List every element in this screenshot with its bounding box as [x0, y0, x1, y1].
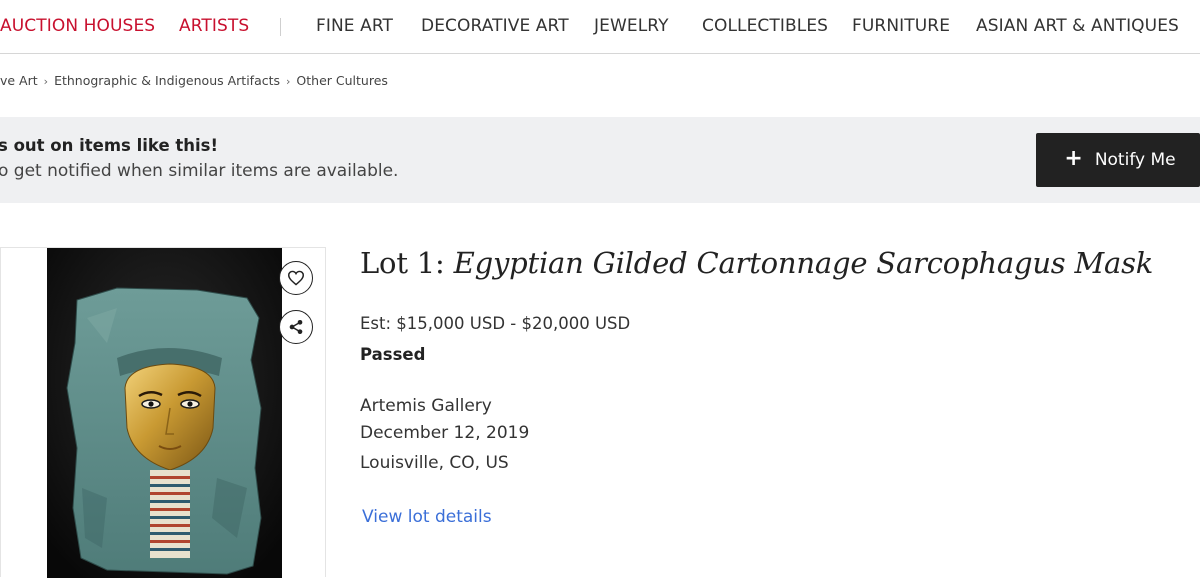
auction-date: December 12, 2019 — [360, 423, 530, 443]
lot-status: Passed — [360, 345, 426, 364]
nav-asian-art-antiques[interactable]: ASIAN ART & ANTIQUES — [976, 16, 1179, 36]
heart-icon — [287, 270, 305, 286]
notify-me-button[interactable]: + Notify Me — [1036, 133, 1200, 187]
banner-title: s out on items like this! — [0, 136, 219, 155]
nav-artists[interactable]: ARTISTS — [179, 16, 249, 36]
view-lot-details-link[interactable]: View lot details — [362, 507, 492, 527]
banner-subtitle: o get notified when similar items are av… — [0, 161, 399, 181]
lot-image-card — [0, 247, 326, 578]
breadcrumb-item[interactable]: Other Cultures — [296, 73, 387, 88]
nav-collectibles[interactable]: COLLECTIBLES — [702, 16, 828, 36]
breadcrumb-item[interactable]: Ethnographic & Indigenous Artifacts — [54, 73, 280, 88]
nav-decorative-art[interactable]: DECORATIVE ART — [421, 16, 569, 36]
share-icon — [289, 320, 303, 334]
auction-house-link[interactable]: Artemis Gallery — [360, 396, 492, 416]
breadcrumb-item[interactable]: ve Art — [0, 73, 38, 88]
lot-number: Lot 1: — [360, 246, 454, 280]
notify-me-label: Notify Me — [1094, 150, 1176, 170]
share-button[interactable] — [279, 310, 313, 344]
lot-name: Egyptian Gilded Cartonnage Sarcophagus M… — [453, 246, 1154, 280]
breadcrumb-separator: › — [286, 75, 291, 88]
nav-fine-art[interactable]: FINE ART — [316, 16, 393, 36]
egyptian-mask-image — [47, 248, 282, 578]
favorite-button[interactable] — [279, 261, 313, 295]
top-navigation: AUCTION HOUSES ARTISTS FINE ART DECORATI… — [0, 0, 1200, 54]
nav-jewelry[interactable]: JEWELRY — [594, 16, 669, 36]
auction-location: Louisville, CO, US — [360, 453, 509, 473]
plus-icon: + — [1064, 146, 1083, 171]
breadcrumb: ve Art › Ethnographic & Indigenous Artifac… — [0, 73, 388, 88]
lot-estimate: Est: $15,000 USD - $20,000 USD — [360, 314, 631, 333]
notify-banner: s out on items like this! o get notified… — [0, 117, 1200, 203]
nav-auction-houses[interactable]: AUCTION HOUSES — [0, 16, 155, 36]
nav-divider — [280, 18, 281, 36]
lot-title: Lot 1: Egyptian Gilded Cartonnage Sarcop… — [360, 246, 1153, 280]
breadcrumb-separator: › — [43, 75, 49, 88]
nav-furniture[interactable]: FURNITURE — [852, 16, 950, 36]
lot-image[interactable] — [47, 248, 282, 578]
